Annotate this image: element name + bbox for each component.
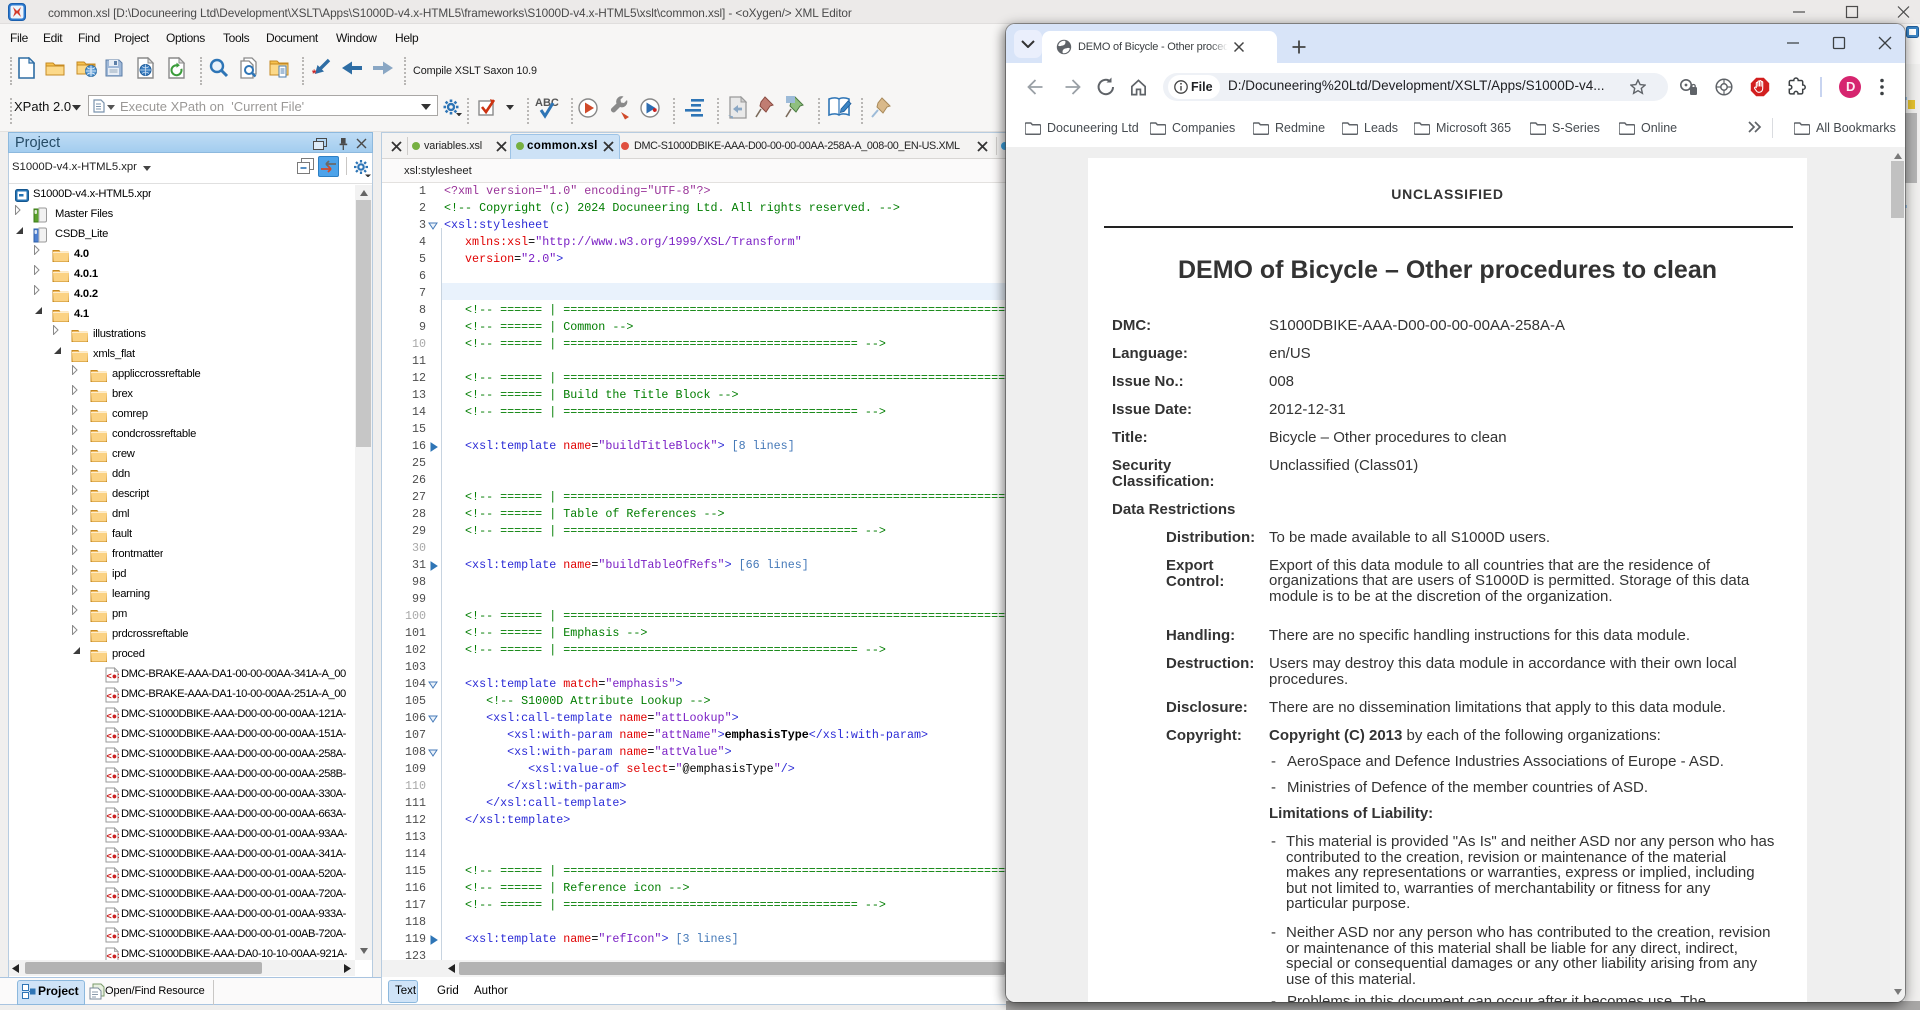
svg-text:<●>: <●> bbox=[107, 691, 120, 701]
svg-text:ABC: ABC bbox=[535, 97, 559, 109]
svg-text:<●>: <●> bbox=[107, 771, 120, 781]
svg-text:<●>: <●> bbox=[107, 891, 120, 901]
svg-text:<●>: <●> bbox=[107, 911, 120, 921]
svg-text:<●>: <●> bbox=[107, 851, 120, 861]
svg-text:*: * bbox=[312, 68, 317, 78]
svg-text:<●>: <●> bbox=[107, 871, 120, 881]
svg-text:<●>: <●> bbox=[107, 931, 120, 941]
svg-text:<●>: <●> bbox=[107, 671, 120, 681]
svg-text:<●>: <●> bbox=[107, 731, 120, 741]
svg-text:<●>: <●> bbox=[107, 751, 120, 761]
svg-text:<●>: <●> bbox=[107, 711, 120, 721]
svg-text:<●>: <●> bbox=[107, 831, 120, 841]
svg-text:<●>: <●> bbox=[107, 791, 120, 801]
svg-text:<●>: <●> bbox=[107, 811, 120, 821]
